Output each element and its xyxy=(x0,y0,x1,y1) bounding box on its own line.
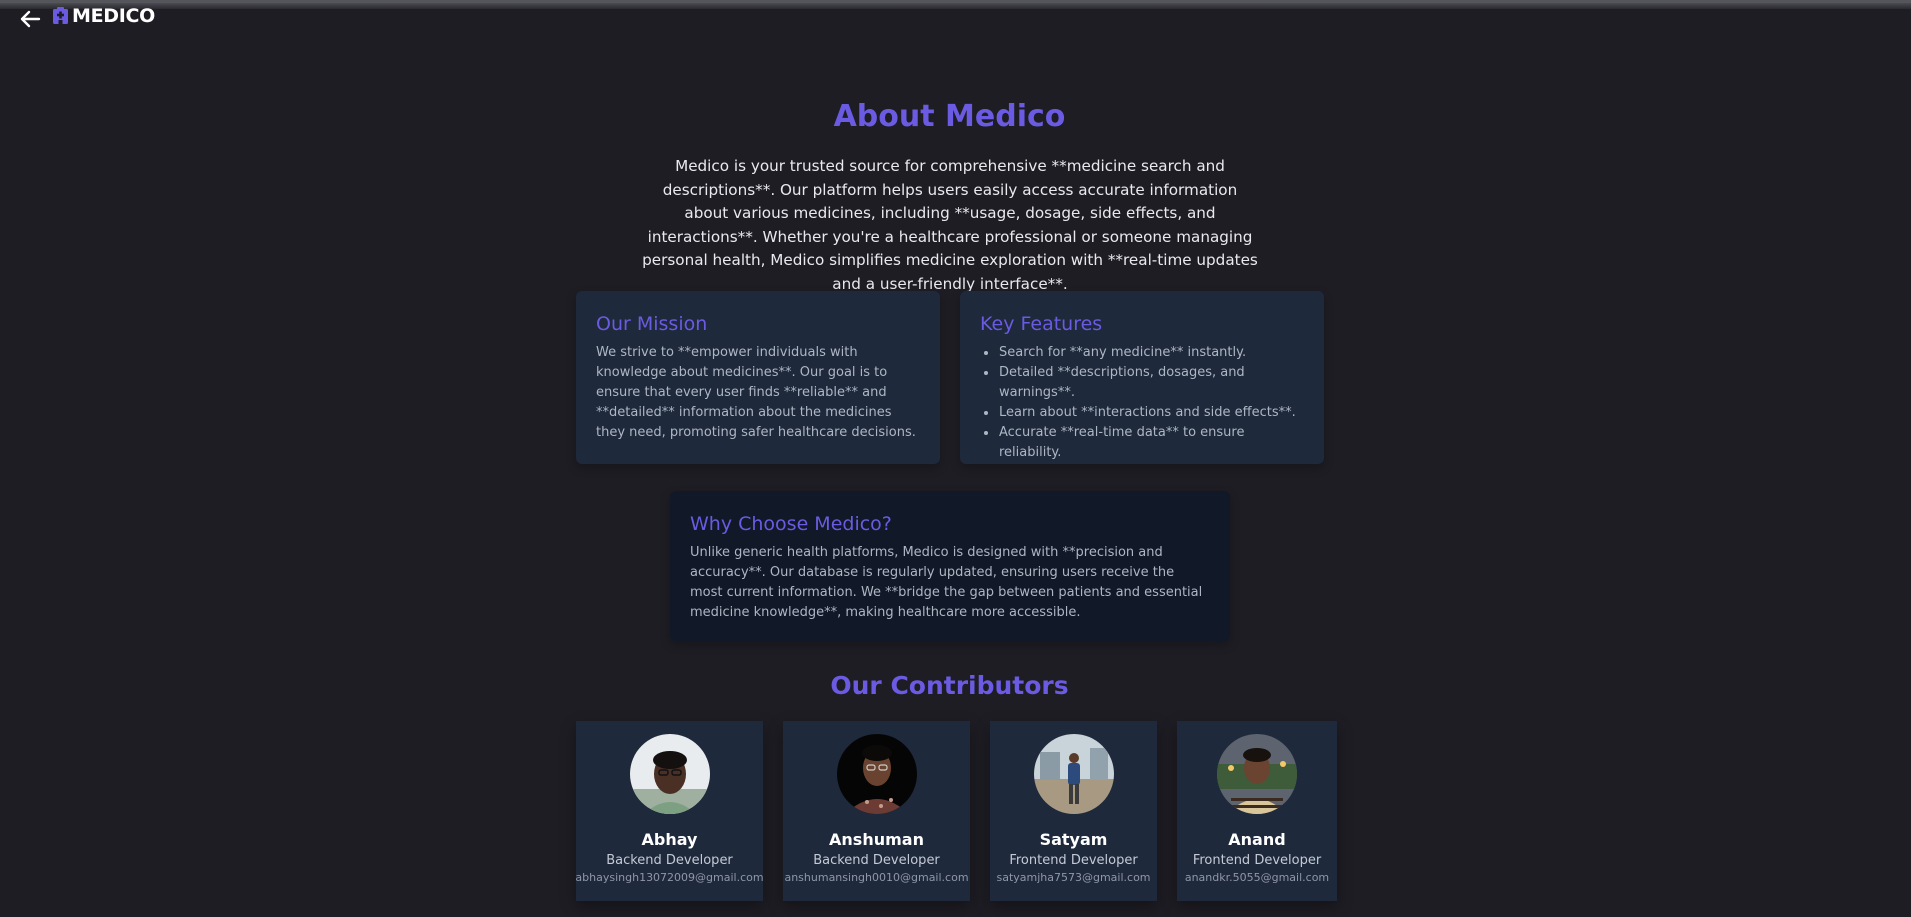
app-window: MEDICO About Medico Medico is your trust… xyxy=(0,0,1911,917)
features-title: Key Features xyxy=(980,313,1103,335)
feature-item: Detailed **descriptions, dosages, and wa… xyxy=(998,363,1304,403)
contributor-email[interactable]: satyamjha7573@gmail.com xyxy=(996,871,1150,884)
page-title: About Medico xyxy=(833,99,1066,134)
contributor-name: Anand xyxy=(1228,830,1286,849)
contributor-card[interactable]: Abhay Backend Developer abhaysingh130720… xyxy=(575,721,764,901)
contributors-list: Abhay Backend Developer abhaysingh130720… xyxy=(575,721,1337,901)
contributor-card[interactable]: Satyam Frontend Developer satyamjha7573@… xyxy=(990,721,1157,901)
avatar xyxy=(1217,734,1297,814)
contributor-role: Backend Developer xyxy=(813,853,940,868)
contributor-role: Frontend Developer xyxy=(1192,853,1322,868)
contributor-name: Anshuman xyxy=(829,830,924,849)
features-card: Key Features Search for **any medicine**… xyxy=(960,291,1324,464)
avatar xyxy=(1033,734,1114,814)
feature-item: Search for **any medicine** instantly. xyxy=(998,343,1304,363)
feature-item: Learn about **interactions and side effe… xyxy=(998,403,1304,423)
mission-title: Our Mission xyxy=(596,313,708,335)
mission-card: Our Mission We strive to **empower indiv… xyxy=(576,291,940,464)
contributor-card[interactable]: Anand Frontend Developer anandkr.5055@gm… xyxy=(1177,721,1337,901)
hospital-icon xyxy=(52,7,69,25)
why-title: Why Choose Medico? xyxy=(690,513,892,535)
contributor-role: Frontend Developer xyxy=(1009,853,1138,868)
arrow-left-icon xyxy=(20,10,41,28)
contributors-title: Our Contributors xyxy=(830,671,1069,700)
contributor-email[interactable]: anandkr.5055@gmail.com xyxy=(1185,871,1329,884)
why-text: Unlike generic health platforms, Medico … xyxy=(690,545,1203,620)
mission-text: We strive to **empower individuals with … xyxy=(596,345,916,440)
brand-name: MEDICO xyxy=(72,5,156,27)
contributor-email[interactable]: anshumansingh0010@gmail.com xyxy=(784,871,968,884)
brand-logo[interactable]: MEDICO xyxy=(52,5,155,27)
features-list: Search for **any medicine** instantly. D… xyxy=(980,343,1304,463)
avatar xyxy=(629,734,710,814)
feature-item: Accurate **real-time data** to ensure re… xyxy=(998,423,1304,463)
contributor-role: Backend Developer xyxy=(606,853,733,868)
window-top-border xyxy=(0,3,1911,9)
contributor-name: Abhay xyxy=(641,830,698,849)
why-choose-card: Why Choose Medico? Unlike generic health… xyxy=(670,491,1230,641)
contributor-card[interactable]: Anshuman Backend Developer anshumansingh… xyxy=(783,721,970,901)
contributor-name: Satyam xyxy=(1039,830,1108,849)
about-description: Medico is your trusted source for compre… xyxy=(642,157,1258,293)
avatar xyxy=(836,734,917,814)
back-button[interactable] xyxy=(14,6,46,32)
contributor-email[interactable]: abhaysingh13072009@gmail.com xyxy=(575,871,763,884)
